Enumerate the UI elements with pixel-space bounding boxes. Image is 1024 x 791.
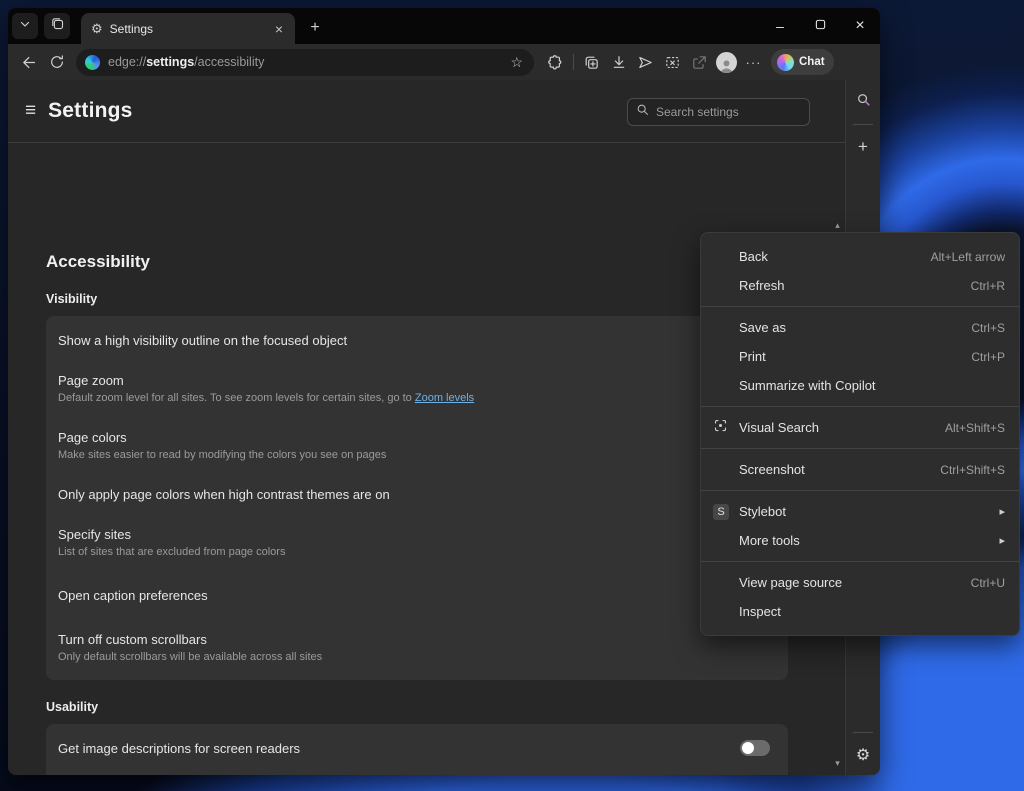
browser-menu-button[interactable]: ··· bbox=[740, 49, 767, 76]
send-paper-plane-icon bbox=[637, 54, 654, 71]
settings-search-box[interactable] bbox=[627, 98, 810, 126]
toolbar: edge://settings/accessibility ☆ bbox=[8, 44, 880, 80]
extensions-puzzle-icon bbox=[547, 54, 564, 71]
back-button[interactable] bbox=[16, 49, 43, 76]
workspaces-icon bbox=[50, 16, 65, 36]
extensions-button[interactable] bbox=[542, 49, 569, 76]
address-bar[interactable]: edge://settings/accessibility ☆ bbox=[76, 49, 534, 76]
web-capture-icon bbox=[664, 54, 681, 71]
context-menu: Back Alt+Left arrow Refresh Ctrl+R Save … bbox=[700, 232, 1020, 636]
window-close-button[interactable]: × bbox=[840, 11, 880, 41]
setting-row-caption-preferences[interactable]: Open caption preferences bbox=[46, 571, 788, 619]
menu-item-summarize-with-copilot[interactable]: Summarize with Copilot bbox=[701, 371, 1019, 400]
menu-item-print[interactable]: Print Ctrl+P bbox=[701, 342, 1019, 371]
window-minimize-button[interactable]: – bbox=[760, 11, 800, 41]
tab-close-icon[interactable]: × bbox=[271, 21, 287, 37]
settings-page-header: ≡ Settings bbox=[8, 80, 845, 142]
setting-row-ask-before-closing[interactable]: Ask before closing a window with multipl… bbox=[46, 768, 788, 775]
web-capture-button[interactable] bbox=[659, 49, 686, 76]
maximize-icon bbox=[815, 17, 826, 35]
page-title: Settings bbox=[48, 99, 132, 123]
setting-row-custom-scrollbars[interactable]: Turn off custom scrollbars Only default … bbox=[46, 619, 788, 676]
toolbar-divider bbox=[573, 54, 574, 70]
workspaces-button[interactable] bbox=[44, 13, 70, 39]
share-icon bbox=[691, 54, 708, 71]
menu-item-more-tools[interactable]: More tools ▸ bbox=[701, 526, 1019, 555]
setting-row-image-descriptions[interactable]: Get image descriptions for screen reader… bbox=[46, 728, 788, 768]
menu-item-inspect[interactable]: Inspect bbox=[701, 597, 1019, 626]
tab-strip: ⚙ Settings × + – × bbox=[8, 8, 880, 44]
favorites-star-icon[interactable]: ☆ bbox=[505, 54, 528, 71]
avatar bbox=[716, 52, 737, 73]
sidebar-divider bbox=[853, 124, 873, 125]
image-descriptions-toggle[interactable] bbox=[740, 740, 770, 756]
stylebot-icon: S bbox=[713, 504, 729, 520]
tab-settings[interactable]: ⚙ Settings × bbox=[81, 13, 295, 44]
collections-icon bbox=[583, 54, 600, 71]
back-arrow-icon bbox=[21, 54, 38, 71]
download-icon bbox=[611, 54, 627, 70]
url-text: edge://settings/accessibility bbox=[108, 55, 505, 69]
chat-button-label: Chat bbox=[799, 56, 825, 68]
menu-item-screenshot[interactable]: Screenshot Ctrl+Shift+S bbox=[701, 455, 1019, 484]
share-button[interactable] bbox=[686, 49, 713, 76]
zoom-levels-link[interactable]: Zoom levels bbox=[415, 392, 474, 404]
sidebar-settings-gear-icon[interactable]: ⚙ bbox=[849, 741, 877, 769]
profile-button[interactable] bbox=[713, 49, 740, 76]
refresh-button[interactable] bbox=[43, 49, 70, 76]
gear-icon: ⚙ bbox=[91, 22, 103, 35]
setting-row-page-zoom[interactable]: Page zoom Default zoom level for all sit… bbox=[46, 360, 788, 417]
collections-button[interactable] bbox=[578, 49, 605, 76]
sidebar-divider-bottom bbox=[853, 732, 873, 733]
refresh-icon bbox=[49, 54, 65, 70]
submenu-arrow-icon: ▸ bbox=[999, 534, 1005, 547]
chevron-down-icon bbox=[19, 17, 31, 35]
subheading-usability: Usability bbox=[46, 700, 831, 714]
copilot-chat-button[interactable]: Chat bbox=[771, 49, 834, 75]
setting-row-page-colors[interactable]: Page colors Make sites easier to read by… bbox=[46, 417, 788, 474]
settings-search-input[interactable] bbox=[656, 105, 801, 119]
hamburger-menu-icon[interactable]: ≡ bbox=[25, 100, 36, 122]
sidebar-search-icon bbox=[856, 92, 871, 112]
visibility-card: Show a high visibility outline on the fo… bbox=[46, 316, 788, 680]
menu-item-visual-search[interactable]: Visual Search Alt+Shift+S bbox=[701, 413, 1019, 442]
setting-row-high-contrast-only[interactable]: Only apply page colors when high contras… bbox=[46, 474, 788, 514]
scrollbar-up-icon[interactable]: ▴ bbox=[835, 215, 840, 230]
copilot-logo-icon bbox=[777, 54, 794, 71]
submenu-arrow-icon: ▸ bbox=[999, 505, 1005, 518]
menu-item-stylebot[interactable]: S Stylebot ▸ bbox=[701, 497, 1019, 526]
menu-item-save-as[interactable]: Save as Ctrl+S bbox=[701, 313, 1019, 342]
sidebar-add-button[interactable]: + bbox=[849, 133, 877, 161]
scrollbar-down-icon[interactable]: ▾ bbox=[835, 759, 840, 775]
menu-item-refresh[interactable]: Refresh Ctrl+R bbox=[701, 271, 1019, 300]
sidebar-search-button[interactable] bbox=[849, 88, 877, 116]
send-button[interactable] bbox=[632, 49, 659, 76]
setting-row-specify-sites[interactable]: Specify sites List of sites that are exc… bbox=[46, 514, 788, 571]
tab-title: Settings bbox=[110, 22, 271, 36]
visual-search-icon bbox=[713, 418, 728, 438]
menu-item-view-page-source[interactable]: View page source Ctrl+U bbox=[701, 568, 1019, 597]
usability-card: Get image descriptions for screen reader… bbox=[46, 724, 788, 775]
setting-row-high-visibility-outline[interactable]: Show a high visibility outline on the fo… bbox=[46, 320, 788, 360]
window-maximize-button[interactable] bbox=[800, 11, 840, 41]
search-icon bbox=[636, 103, 649, 121]
edge-logo-icon bbox=[85, 55, 100, 70]
menu-item-back[interactable]: Back Alt+Left arrow bbox=[701, 242, 1019, 271]
tab-actions-menu-button[interactable] bbox=[12, 13, 38, 39]
downloads-button[interactable] bbox=[605, 49, 632, 76]
ellipsis-icon: ··· bbox=[746, 55, 762, 70]
header-divider bbox=[8, 142, 845, 143]
new-tab-button[interactable]: + bbox=[303, 16, 327, 40]
